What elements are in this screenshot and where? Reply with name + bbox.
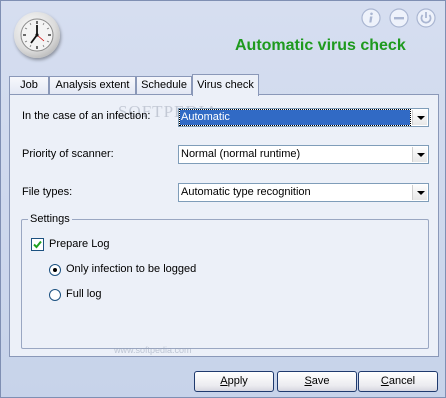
- info-icon[interactable]: [361, 8, 381, 28]
- full-log-radio[interactable]: [49, 289, 61, 301]
- only-infection-radio[interactable]: [49, 264, 61, 276]
- priority-select[interactable]: Normal (normal runtime): [178, 145, 429, 164]
- cancel-button[interactable]: Cancel: [358, 371, 438, 392]
- priority-value: Normal (normal runtime): [181, 148, 301, 160]
- tab-panel-virus-check: SOFTPEDIA In the case of an infection: A…: [9, 94, 439, 357]
- tab-job[interactable]: Job: [9, 76, 49, 94]
- checkmark-icon: [33, 240, 42, 249]
- cancel-label-post: ancel: [388, 375, 416, 387]
- page-title: Automatic virus check: [235, 37, 406, 54]
- infection-label: In the case of an infection:: [22, 110, 151, 122]
- full-log-label[interactable]: Full log: [66, 288, 101, 300]
- cancel-label-mnemonic: C: [380, 375, 389, 387]
- power-icon[interactable]: [416, 8, 436, 28]
- clock-icon: [14, 12, 60, 58]
- tab-virus-check[interactable]: Virus check: [192, 74, 259, 96]
- dialog-window: Automatic virus check Job Analysis exten: [0, 0, 446, 398]
- tab-label: Job: [20, 79, 38, 91]
- tab-label: Schedule: [141, 79, 187, 91]
- infection-action-value: Automatic: [179, 109, 411, 126]
- settings-group-title: Settings: [28, 213, 72, 225]
- save-label-mnemonic: S: [304, 375, 312, 387]
- header: Automatic virus check: [1, 1, 445, 73]
- filetypes-select[interactable]: Automatic type recognition: [178, 183, 429, 202]
- tab-label: Virus check: [197, 79, 254, 91]
- priority-label: Priority of scanner:: [22, 148, 114, 160]
- infection-action-select[interactable]: Automatic: [178, 108, 429, 127]
- tab-label: Analysis extent: [55, 79, 130, 91]
- filetypes-value: Automatic type recognition: [181, 186, 311, 198]
- settings-group: Settings Prepare Log Only infection to b…: [21, 213, 429, 349]
- tab-schedule[interactable]: Schedule: [136, 76, 192, 94]
- save-label-post: ave: [311, 375, 330, 387]
- apply-button[interactable]: Apply: [194, 371, 274, 392]
- apply-label-post: pply: [227, 375, 248, 387]
- chevron-down-icon[interactable]: [412, 147, 427, 162]
- only-infection-label[interactable]: Only infection to be logged: [66, 263, 196, 275]
- apply-label-mnemonic: A: [220, 375, 228, 387]
- filetypes-label: File types:: [22, 186, 73, 198]
- minimize-icon[interactable]: [389, 8, 409, 28]
- chevron-down-icon[interactable]: [412, 110, 427, 125]
- tab-analysis-extent[interactable]: Analysis extent: [49, 76, 136, 94]
- save-button[interactable]: Save: [277, 371, 357, 392]
- prepare-log-label[interactable]: Prepare Log: [49, 238, 110, 250]
- chevron-down-icon[interactable]: [412, 185, 427, 200]
- prepare-log-checkbox[interactable]: [31, 238, 44, 251]
